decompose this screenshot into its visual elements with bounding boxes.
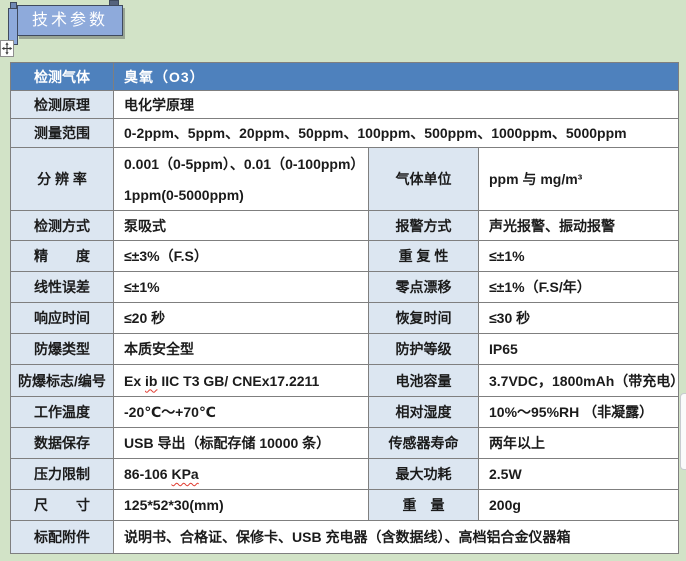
move-handle-icon[interactable] <box>0 37 14 58</box>
spec-label-cell: 重 量 <box>369 490 479 521</box>
value-text: Ex <box>124 373 145 389</box>
spec-label-cell: 标配附件 <box>11 521 114 554</box>
title-banner: 技术参数 <box>0 0 140 58</box>
spec-value-cell: 200g <box>479 490 679 521</box>
resolution-line-1: 0.001（0-5ppm）、0.01（0-100ppm） <box>124 157 362 171</box>
table-row: 检测原理 电化学原理 <box>11 91 679 119</box>
spec-value-cell: ≤30 秒 <box>479 303 679 334</box>
spec-value-cell: USB 导出（标配存储 10000 条） <box>114 428 369 459</box>
table-row: 数据保存 USB 导出（标配存储 10000 条） 传感器寿命 两年以上 <box>11 428 679 459</box>
table-row: 防爆标志/编号 Ex ib IIC T3 GB/ CNEx17.2211 电池容… <box>11 365 679 397</box>
spec-label-cell: 传感器寿命 <box>369 428 479 459</box>
scrollbar-thumb[interactable] <box>680 393 686 470</box>
spec-label-cell: 检测方式 <box>11 211 114 241</box>
spellcheck-flagged-text: ib <box>145 373 157 389</box>
spec-label-cell: 尺 寸 <box>11 490 114 521</box>
spec-label-cell: 分 辨 率 <box>11 148 114 211</box>
banner-title: 技术参数 <box>19 6 121 36</box>
spec-label-cell: 检测原理 <box>11 91 114 119</box>
table-row: 压力限制 86-106 KPa 最大功耗 2.5W <box>11 459 679 490</box>
spec-label-cell: 测量范围 <box>11 119 114 148</box>
spec-label-cell: 防爆类型 <box>11 334 114 365</box>
value-text: IIC T3 GB/ CNEx17.2211 <box>157 373 319 389</box>
spec-value-cell: ppm 与 mg/m³ <box>479 148 679 211</box>
spec-label-cell: 相对湿度 <box>369 397 479 428</box>
table-row: 尺 寸 125*52*30(mm) 重 量 200g <box>11 490 679 521</box>
resolution-value: 0.001（0-5ppm）、0.01（0-100ppm） 1ppm(0-5000… <box>124 157 362 202</box>
spec-value-cell: 125*52*30(mm) <box>114 490 369 521</box>
spec-label-cell: 工作温度 <box>11 397 114 428</box>
spec-value-cell: Ex ib IIC T3 GB/ CNEx17.2211 <box>114 365 369 397</box>
spec-label-cell: 防护等级 <box>369 334 479 365</box>
spec-label-cell: 线性误差 <box>11 272 114 303</box>
table-row: 测量范围 0-2ppm、5ppm、20ppm、50ppm、100ppm、500p… <box>11 119 679 148</box>
spec-value-cell: 2.5W <box>479 459 679 490</box>
spec-label-cell: 响应时间 <box>11 303 114 334</box>
spec-label-cell: 报警方式 <box>369 211 479 241</box>
spec-value-cell: 86-106 KPa <box>114 459 369 490</box>
spec-value-cell: -20℃～+70℃ <box>114 397 369 428</box>
spec-value-cell: 本质安全型 <box>114 334 369 365</box>
spec-label-cell: 压力限制 <box>11 459 114 490</box>
spec-label-cell: 恢复时间 <box>369 303 479 334</box>
table-row: 分 辨 率 0.001（0-5ppm）、0.01（0-100ppm） 1ppm(… <box>11 148 679 211</box>
table-row: 工作温度 -20℃～+70℃ 相对湿度 10%～95%RH （非凝露） <box>11 397 679 428</box>
document-page: { "banner": { "title": "技术参数" }, "colors… <box>0 0 686 561</box>
spec-value-cell: 0-2ppm、5ppm、20ppm、50ppm、100ppm、500ppm、10… <box>114 119 679 148</box>
table-row: 响应时间 ≤20 秒 恢复时间 ≤30 秒 <box>11 303 679 334</box>
table-header-row: 检测气体 臭氧（O3） <box>11 63 679 91</box>
spec-table: 检测气体 臭氧（O3） 检测原理 电化学原理 测量范围 0-2ppm、5ppm、… <box>10 62 679 554</box>
spec-label-cell: 零点漂移 <box>369 272 479 303</box>
spec-value-cell: 0.001（0-5ppm）、0.01（0-100ppm） 1ppm(0-5000… <box>114 148 369 211</box>
table-row: 精 度 ≤±3%（F.S） 重 复 性 ≤±1% <box>11 241 679 272</box>
spec-value-cell: ≤±3%（F.S） <box>114 241 369 272</box>
spec-value-cell: 3.7VDC，1800mAh（带充电） <box>479 365 679 397</box>
resolution-line-2: 1ppm(0-5000ppm) <box>124 188 362 202</box>
spec-label-cell: 最大功耗 <box>369 459 479 490</box>
table-row: 防爆类型 本质安全型 防护等级 IP65 <box>11 334 679 365</box>
spec-label-cell: 精 度 <box>11 241 114 272</box>
spellcheck-flagged-text: KPa <box>171 466 198 482</box>
header-value-cell: 臭氧（O3） <box>114 63 679 91</box>
spec-label-cell: 重 复 性 <box>369 241 479 272</box>
spec-value-cell: 说明书、合格证、保修卡、USB 充电器（含数据线）、高档铝合金仪器箱 <box>114 521 679 554</box>
value-text: 86-106 <box>124 466 171 482</box>
spec-value-cell: ≤20 秒 <box>114 303 369 334</box>
spec-label-cell: 数据保存 <box>11 428 114 459</box>
spec-value-cell: 电化学原理 <box>114 91 679 119</box>
spec-value-cell: ≤±1%（F.S/年） <box>479 272 679 303</box>
spec-label-cell: 气体单位 <box>369 148 479 211</box>
spec-value-cell: ≤±1% <box>114 272 369 303</box>
spec-value-cell: 10%～95%RH （非凝露） <box>479 397 679 428</box>
spec-value-cell: 声光报警、振动报警 <box>479 211 679 241</box>
table-row: 线性误差 ≤±1% 零点漂移 ≤±1%（F.S/年） <box>11 272 679 303</box>
header-label-cell: 检测气体 <box>11 63 114 91</box>
spec-label-cell: 电池容量 <box>369 365 479 397</box>
table-row: 检测方式 泵吸式 报警方式 声光报警、振动报警 <box>11 211 679 241</box>
spec-label-cell: 防爆标志/编号 <box>11 365 114 397</box>
spec-value-cell: 泵吸式 <box>114 211 369 241</box>
spec-value-cell: ≤±1% <box>479 241 679 272</box>
spec-value-cell: IP65 <box>479 334 679 365</box>
spec-value-cell: 两年以上 <box>479 428 679 459</box>
table-row: 标配附件 说明书、合格证、保修卡、USB 充电器（含数据线）、高档铝合金仪器箱 <box>11 521 679 554</box>
